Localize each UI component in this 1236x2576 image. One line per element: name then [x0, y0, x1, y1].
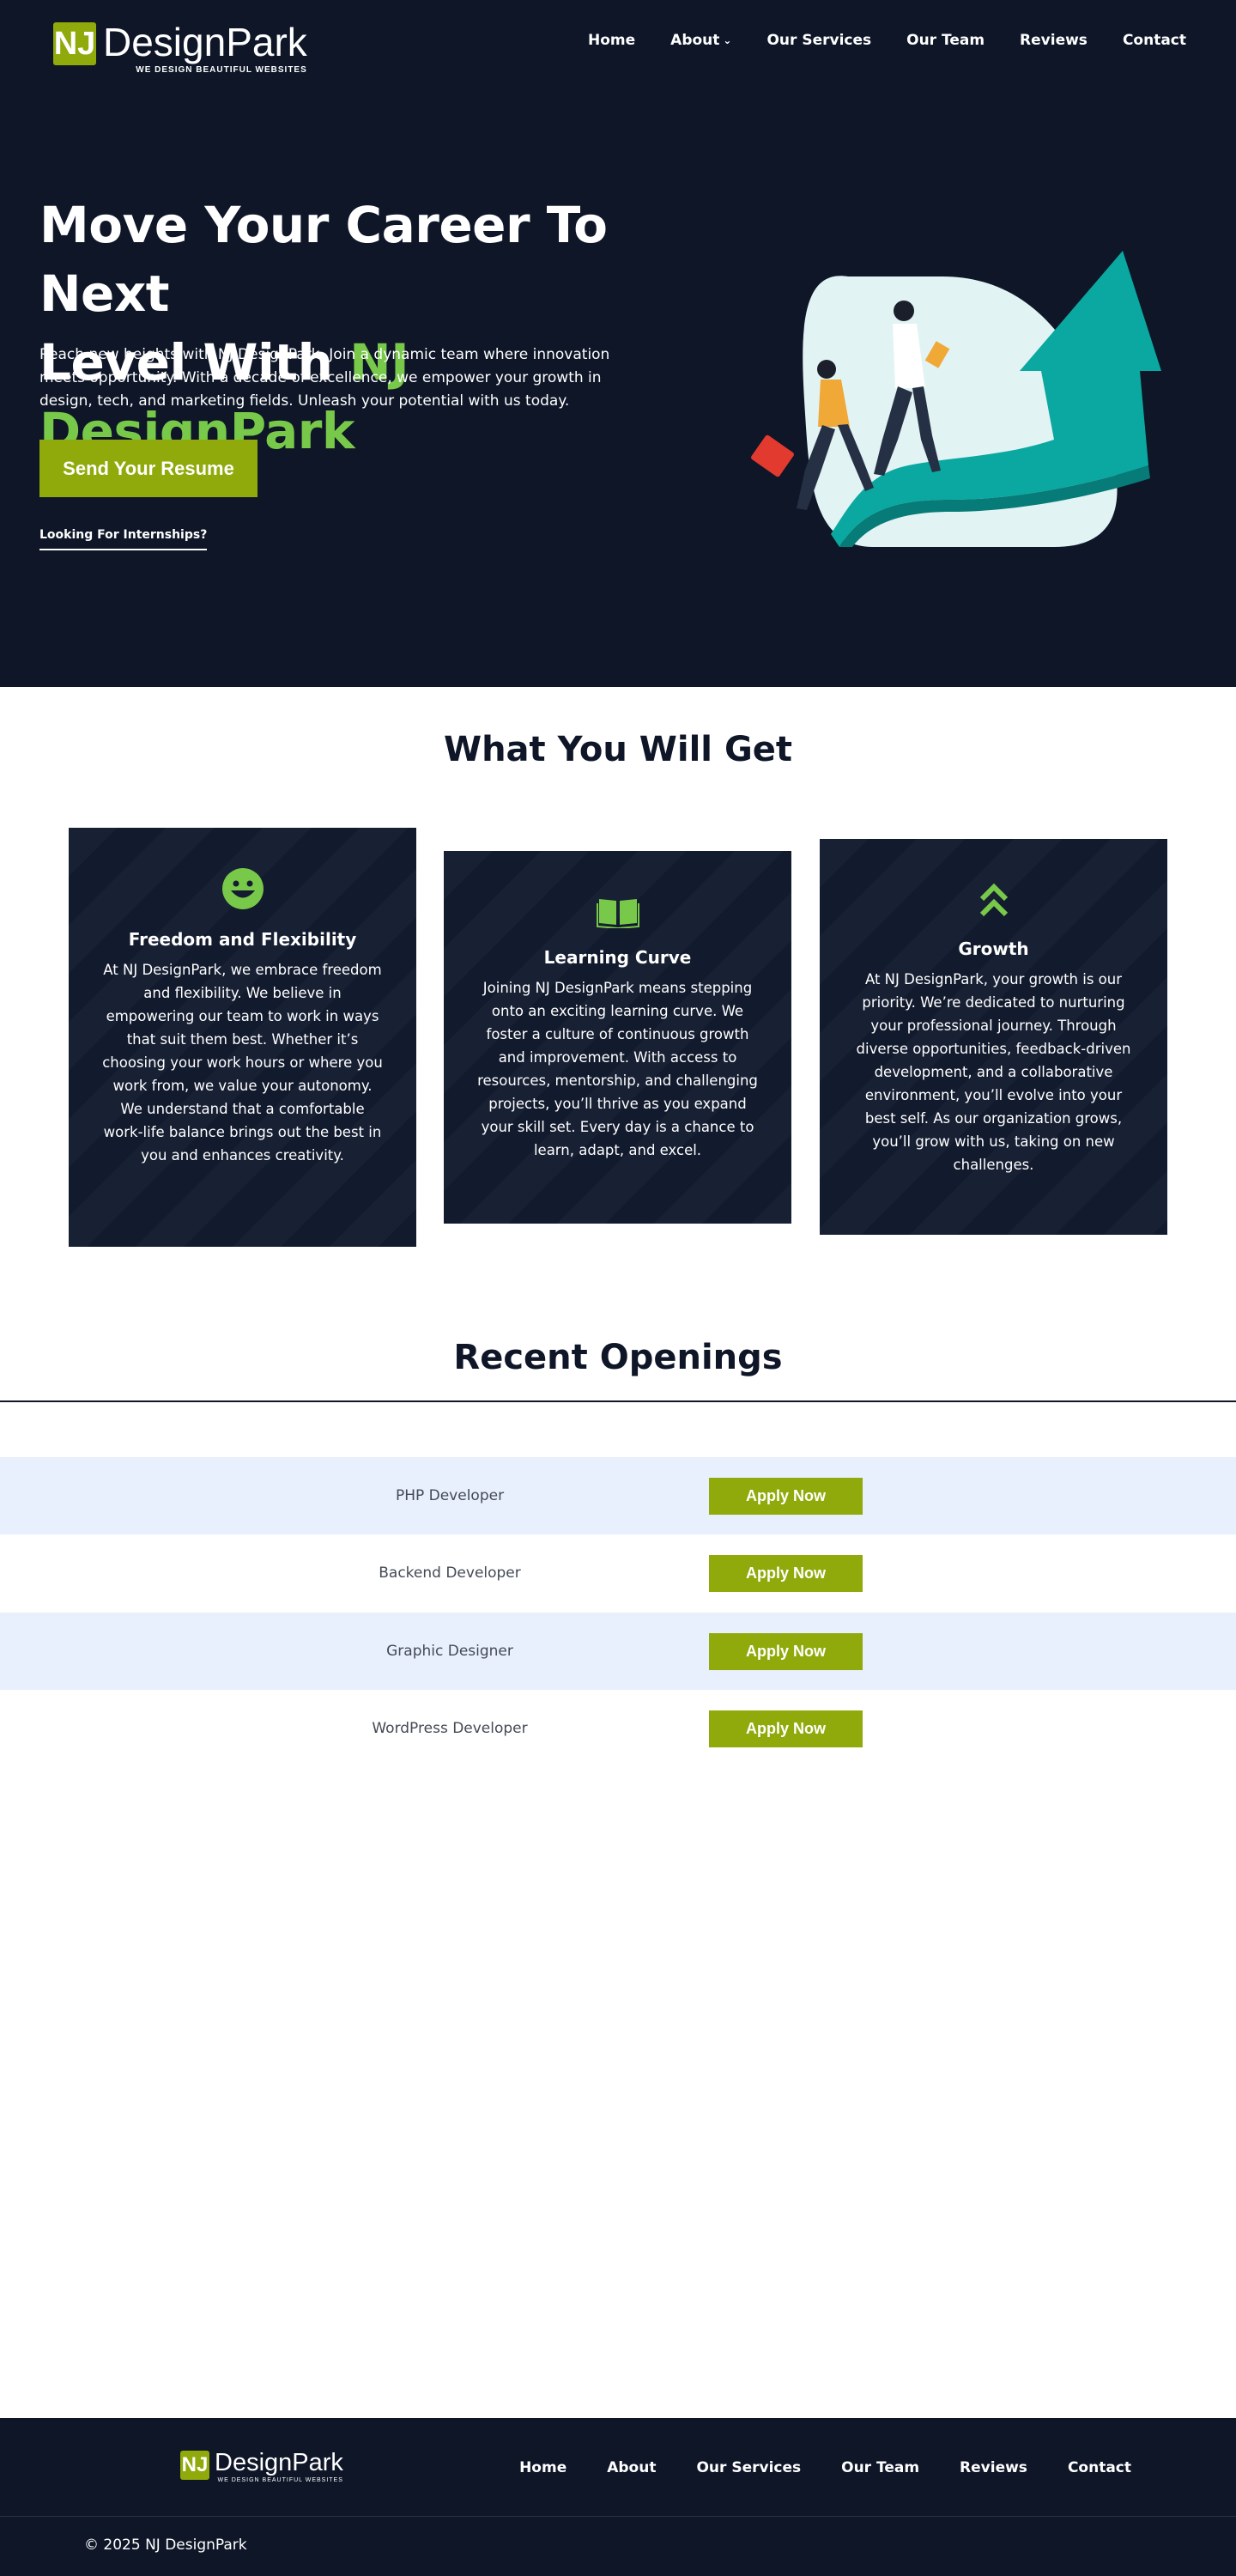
- openings-title: Recent Openings: [453, 1338, 783, 1377]
- apply-now-button[interactable]: Apply Now: [709, 1710, 863, 1747]
- book-icon: [596, 899, 639, 928]
- footer-divider: [0, 2516, 1236, 2517]
- nav-contact[interactable]: Contact: [1123, 32, 1186, 49]
- nav-about[interactable]: About ⌄: [670, 32, 731, 49]
- hero-section: NJ DesignPark WE DESIGN BEAUTIFUL WEBSIT…: [0, 0, 1236, 687]
- footer-logo[interactable]: NJ DesignPark WE DESIGN BEAUTIFUL WEBSIT…: [180, 2451, 343, 2483]
- apply-now-button[interactable]: Apply Now: [709, 1554, 863, 1592]
- benefit-card-text: At NJ DesignPark, we embrace freedom and…: [102, 962, 383, 1163]
- apply-now-button[interactable]: Apply Now: [709, 1477, 863, 1515]
- logo-badge: NJ: [180, 2451, 209, 2480]
- site-logo[interactable]: NJ DesignPark WE DESIGN BEAUTIFUL WEBSIT…: [53, 22, 307, 75]
- apply-now-button[interactable]: Apply Now: [709, 1632, 863, 1670]
- copyright-text: © 2025 NJ DesignPark: [84, 2537, 247, 2554]
- career-growth-illustration: [751, 251, 1161, 547]
- nav-home[interactable]: Home: [588, 32, 635, 49]
- footer-nav-home[interactable]: Home: [519, 2459, 566, 2476]
- footer-nav-about[interactable]: About: [607, 2459, 656, 2476]
- benefit-card-text: Joining NJ DesignPark means stepping ont…: [477, 980, 758, 1158]
- job-title: Graphic Designer: [386, 1643, 513, 1660]
- benefit-card: Learning Curve Joining NJ DesignPark mea…: [444, 851, 791, 1224]
- job-title: PHP Developer: [395, 1487, 505, 1504]
- job-row: Graphic Designer Apply Now: [0, 1613, 1236, 1690]
- logo-name: DesignPark: [103, 20, 307, 64]
- hero-title: Move Your Career To Next Level With NJ D…: [39, 191, 692, 465]
- logo-badge: NJ: [53, 22, 96, 65]
- nav-reviews[interactable]: Reviews: [1020, 32, 1088, 49]
- chevrons-up-icon: [979, 883, 1008, 917]
- nav-about-label: About: [670, 32, 720, 49]
- benefit-card: Growth At NJ DesignPark, your growth is …: [820, 839, 1167, 1235]
- footer-nav-reviews[interactable]: Reviews: [960, 2459, 1027, 2476]
- benefit-card-title: Growth: [958, 939, 1029, 959]
- job-title: Backend Developer: [379, 1564, 521, 1582]
- section-divider: [0, 1400, 1236, 1402]
- footer-nav: Home About Our Services Our Team Reviews…: [519, 2459, 1131, 2476]
- logo-tagline: WE DESIGN BEAUTIFUL WEBSITES: [136, 65, 307, 75]
- hero-title-line1: Move Your Career To Next: [39, 196, 608, 323]
- job-row: PHP Developer Apply Now: [0, 1457, 1236, 1534]
- benefit-card: Freedom and Flexibility At NJ DesignPark…: [69, 828, 416, 1247]
- nav-services[interactable]: Our Services: [766, 32, 871, 49]
- job-row: Backend Developer Apply Now: [0, 1534, 1236, 1612]
- benefit-card-text: At NJ DesignPark, your growth is our pri…: [856, 971, 1131, 1173]
- footer-nav-services[interactable]: Our Services: [696, 2459, 801, 2476]
- footer-nav-team[interactable]: Our Team: [841, 2459, 919, 2476]
- smile-icon: [221, 868, 264, 909]
- footer-nav-contact[interactable]: Contact: [1068, 2459, 1131, 2476]
- site-footer: NJ DesignPark WE DESIGN BEAUTIFUL WEBSIT…: [0, 2418, 1236, 2576]
- hero-description: Reach new heights with NJ DesignPark. Jo…: [39, 346, 610, 410]
- main-nav: Home About ⌄ Our Services Our Team Revie…: [588, 32, 1186, 49]
- send-resume-button[interactable]: Send Your Resume: [39, 440, 258, 497]
- benefits-title: What You Will Get: [443, 730, 793, 769]
- job-row: WordPress Developer Apply Now: [0, 1690, 1236, 1767]
- benefit-card-title: Freedom and Flexibility: [128, 929, 357, 950]
- internship-link[interactable]: Looking For Internships?: [39, 528, 208, 550]
- nav-team[interactable]: Our Team: [906, 32, 985, 49]
- benefit-card-title: Learning Curve: [543, 947, 692, 968]
- logo-tagline: WE DESIGN BEAUTIFUL WEBSITES: [217, 2477, 343, 2483]
- logo-name: DesignPark: [215, 2449, 343, 2476]
- chevron-down-icon: ⌄: [723, 34, 732, 46]
- job-title: WordPress Developer: [372, 1720, 528, 1737]
